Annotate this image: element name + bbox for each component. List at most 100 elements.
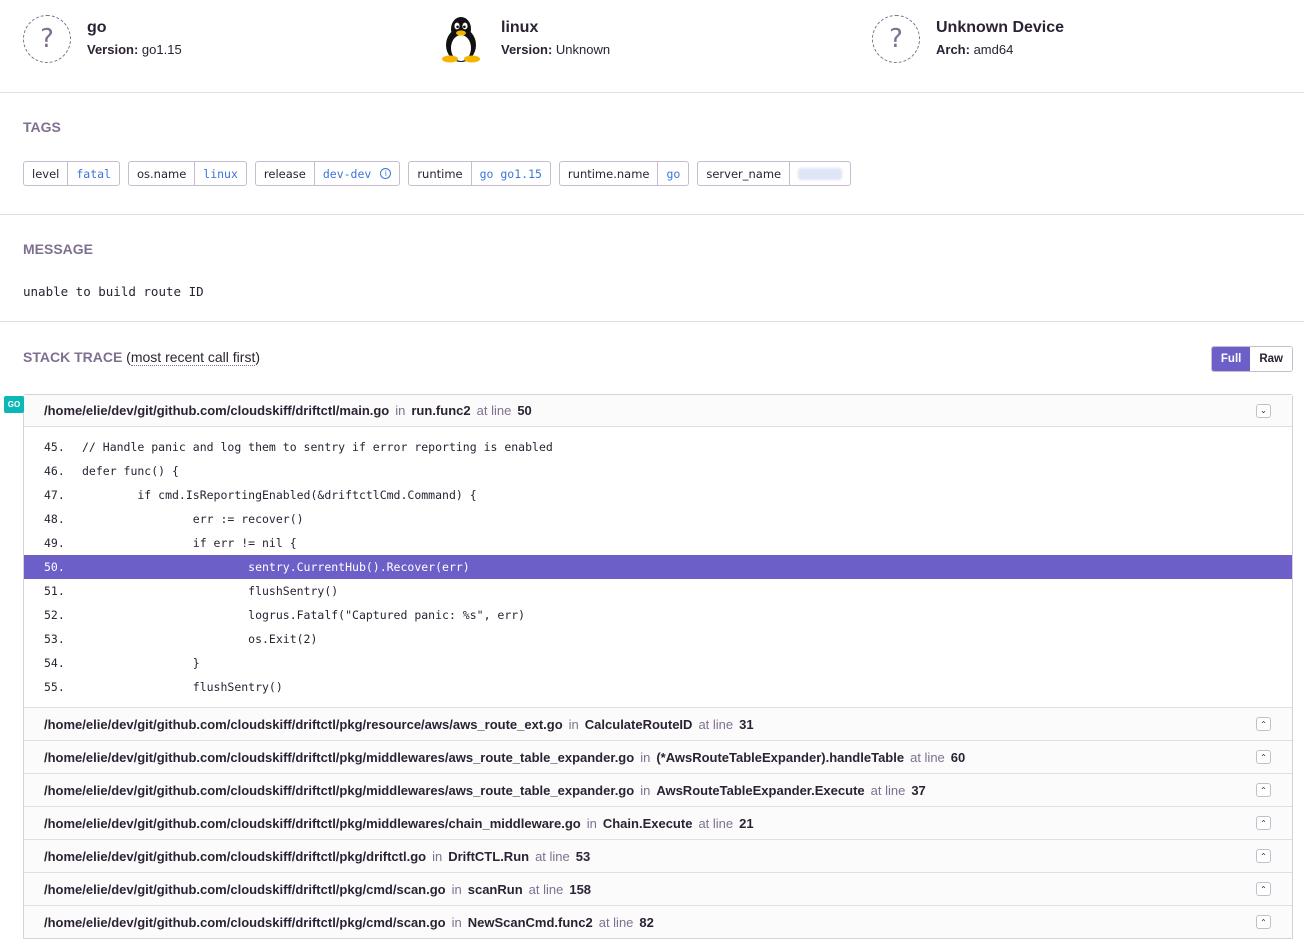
frame-row[interactable]: /home/elie/dev/git/github.com/cloudskiff…	[24, 872, 1292, 905]
line-number: 48.	[44, 512, 65, 526]
code-line: 48. err := recover()	[24, 507, 1292, 531]
frame-row[interactable]: /home/elie/dev/git/github.com/cloudskiff…	[24, 905, 1292, 938]
tag-runtime[interactable]: runtime go go1.15	[408, 161, 551, 186]
context-runtime-title: go	[87, 19, 107, 36]
chevron-up-icon[interactable]: ⌃	[1256, 915, 1271, 929]
stacktrace-title: STACK TRACE (most recent call first)	[23, 349, 261, 366]
line-number: 47.	[44, 488, 65, 502]
stacktrace-view-toggle: Full Raw	[1210, 346, 1293, 372]
tag-list: level fatal os.name linux release dev-de…	[23, 161, 852, 186]
frame-line: 82	[639, 914, 654, 930]
frame-in-label: in	[640, 749, 651, 765]
tag-key: level	[24, 162, 69, 185]
code-line: 49. if err != nil {	[24, 531, 1292, 555]
chevron-up-icon[interactable]: ⌃	[1256, 816, 1271, 830]
tag-key: runtime.name	[560, 162, 659, 185]
info-icon[interactable]: i	[380, 168, 392, 179]
frame-function: NewScanCmd.func2	[467, 914, 593, 930]
chevron-up-icon[interactable]: ⌃	[1256, 717, 1271, 731]
code-text: os.Exit(2)	[82, 632, 318, 646]
frame-row[interactable]: /home/elie/dev/git/github.com/cloudskiff…	[24, 806, 1292, 839]
frame-line: 21	[739, 815, 754, 831]
frame-function: AwsRouteTableExpander.Execute	[656, 782, 865, 798]
code-line: 45. // Handle panic and log them to sentr…	[24, 435, 1292, 459]
frame-in-label: in	[640, 782, 651, 798]
tag-value[interactable]: fatal	[68, 162, 119, 185]
context-device-label: Arch:	[936, 42, 970, 57]
frame-file: /home/elie/dev/git/github.com/cloudskiff…	[44, 881, 446, 897]
line-number: 45.	[44, 440, 65, 454]
frame-row[interactable]: /home/elie/dev/git/github.com/cloudskiff…	[24, 707, 1292, 740]
frame-in-label: in	[586, 815, 597, 831]
tag-value[interactable]: go go1.15	[472, 162, 550, 185]
tag-key: server_name	[698, 162, 791, 185]
code-text: sentry.CurrentHub().Recover(err)	[82, 560, 470, 574]
code-line: 46. defer func() {	[24, 459, 1292, 483]
chevron-up-icon[interactable]: ⌃	[1256, 783, 1271, 797]
context-device[interactable]: ? Unknown Device Arch: amd64	[872, 15, 1064, 63]
tag-release[interactable]: release dev-dev i	[254, 161, 401, 186]
tag-server-name[interactable]: server_name	[697, 161, 852, 186]
frame-row[interactable]: /home/elie/dev/git/github.com/cloudskiff…	[24, 839, 1292, 872]
stacktrace-heading: STACK TRACE	[23, 349, 123, 365]
tag-level[interactable]: level fatal	[23, 161, 120, 186]
tag-value[interactable]: go	[658, 162, 688, 185]
frame-at-line-label: at line	[910, 749, 945, 765]
raw-button[interactable]: Raw	[1250, 347, 1292, 371]
frame-at-line-label: at line	[870, 782, 906, 798]
context-runtime[interactable]: ? go Version: go1.15	[23, 15, 182, 63]
chevron-up-icon[interactable]: ⌃	[1256, 750, 1271, 764]
frame-row[interactable]: /home/elie/dev/git/github.com/cloudskiff…	[24, 395, 1292, 426]
frame-at-line-label: at line	[698, 716, 734, 732]
context-os-label: Version:	[501, 42, 553, 57]
tag-key: runtime	[409, 162, 472, 185]
tags-heading: TAGS	[23, 119, 61, 135]
code-line-active: 50. sentry.CurrentHub().Recover(err)	[24, 555, 1292, 579]
context-device-value: amd64	[973, 42, 1014, 57]
tag-value[interactable]: dev-dev	[323, 167, 371, 181]
frame-file: /home/elie/dev/git/github.com/cloudskiff…	[44, 848, 427, 864]
frame-file: /home/elie/dev/git/github.com/cloudskiff…	[44, 716, 563, 732]
context-runtime-label: Version:	[87, 42, 139, 57]
chevron-down-icon[interactable]: ⌄	[1256, 403, 1271, 418]
context-os-value: Unknown	[555, 42, 611, 57]
frame-row[interactable]: /home/elie/dev/git/github.com/cloudskiff…	[24, 773, 1292, 806]
code-text: if cmd.IsReportingEnabled(&driftctlCmd.C…	[82, 488, 477, 502]
frame-at-line-label: at line	[476, 403, 512, 418]
code-line: 52. logrus.Fatalf("Captured panic: %s", …	[24, 603, 1292, 627]
tag-value[interactable]: linux	[195, 162, 246, 185]
frame-in-label: in	[568, 716, 579, 732]
chevron-up-icon[interactable]: ⌃	[1256, 849, 1271, 863]
frame-line: 37	[911, 782, 926, 798]
message-text: unable to build route ID	[23, 284, 204, 299]
tag-value-redacted[interactable]	[790, 162, 850, 185]
frame-row[interactable]: /home/elie/dev/git/github.com/cloudskiff…	[24, 740, 1292, 773]
line-number: 46.	[44, 464, 65, 478]
message-section: MESSAGE unable to build route ID	[0, 215, 1304, 322]
code-line: 53. os.Exit(2)	[24, 627, 1292, 651]
chevron-up-icon[interactable]: ⌃	[1256, 882, 1271, 896]
frame-list: /home/elie/dev/git/github.com/cloudskiff…	[23, 394, 1293, 939]
full-button[interactable]: Full	[1211, 347, 1251, 371]
stacktrace-order-toggle[interactable]: most recent call first	[130, 349, 256, 366]
line-number: 52.	[44, 608, 65, 622]
code-line: 55. flushSentry()	[24, 675, 1292, 699]
frame-in-label: in	[451, 881, 462, 897]
frame-function: CalculateRouteID	[584, 716, 693, 732]
tag-os-name[interactable]: os.name linux	[127, 161, 247, 186]
code-text: // Handle panic and log them to sentry i…	[82, 440, 553, 454]
message-heading: MESSAGE	[23, 241, 94, 257]
context-runtime-value: go1.15	[141, 42, 182, 57]
frame-file: /home/elie/dev/git/github.com/cloudskiff…	[44, 749, 635, 765]
tag-key: release	[256, 162, 315, 185]
context-device-title: Unknown Device	[936, 19, 1065, 36]
frame-file: /home/elie/dev/git/github.com/cloudskiff…	[44, 914, 446, 930]
frame-file: /home/elie/dev/git/github.com/cloudskiff…	[44, 782, 635, 798]
tag-value-wrap[interactable]: dev-dev i	[315, 162, 399, 185]
code-text: if err != nil {	[82, 536, 297, 550]
context-os[interactable]: linux Version: Unknown	[437, 15, 610, 63]
line-number: 49.	[44, 536, 65, 550]
unknown-icon: ?	[23, 15, 71, 63]
tag-key: os.name	[129, 162, 196, 185]
tag-runtime-name[interactable]: runtime.name go	[558, 161, 690, 186]
